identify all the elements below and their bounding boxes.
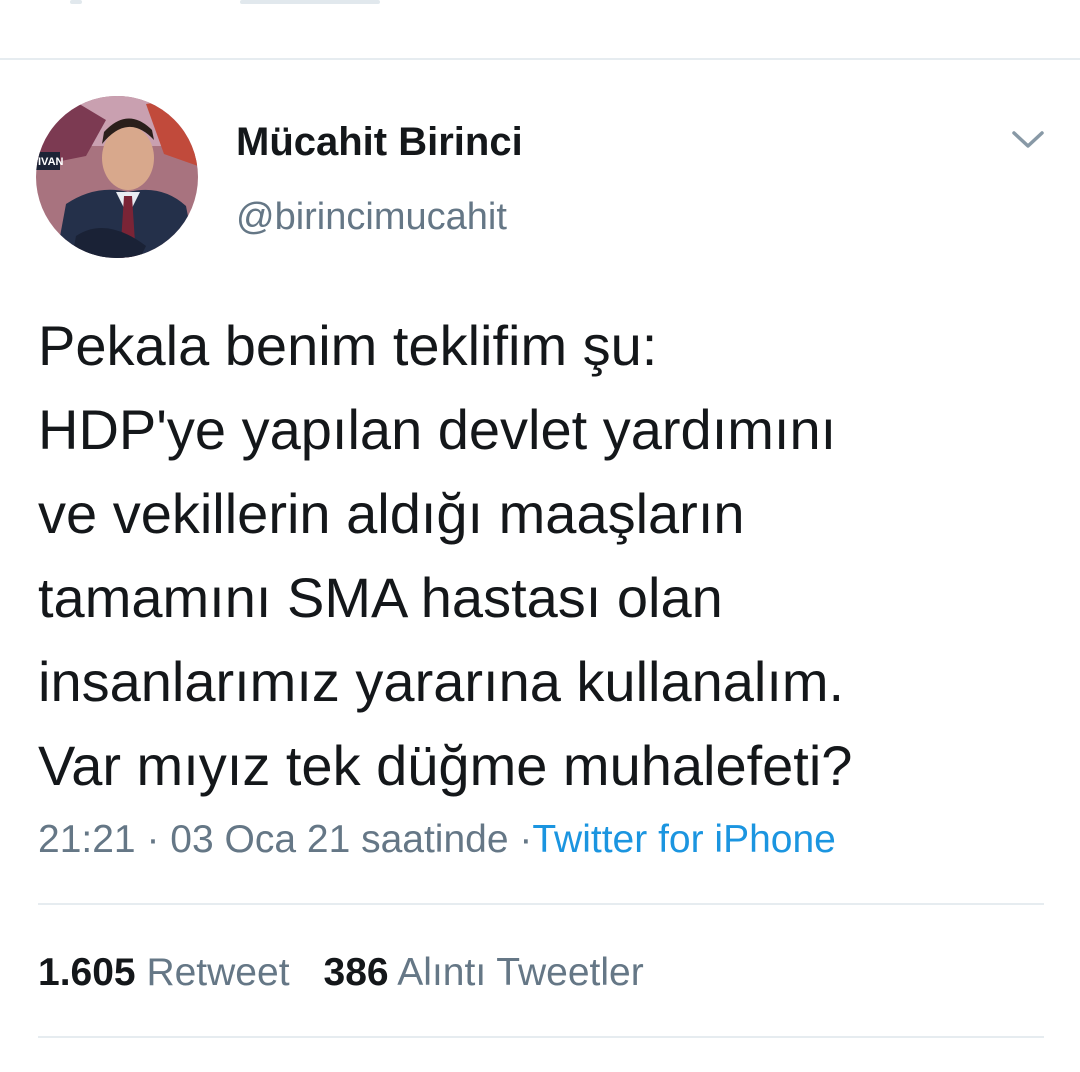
avatar-overlay-text: IVAN (38, 156, 64, 168)
retweets-label: Retweet (146, 951, 290, 994)
tweet-meta: 21:21 · 03 Oca 21 saatinde ·Twitter for … (38, 814, 836, 866)
tweet-source-link[interactable]: Twitter for iPhone (532, 818, 835, 861)
tweet-text-line: tamamını SMA hastası olan (38, 566, 723, 629)
stats-divider (38, 1036, 1044, 1038)
tweet-text-line: Pekala benim teklifim şu: (38, 314, 658, 377)
quotes-count: 386 (323, 951, 389, 994)
retweets-stat[interactable]: 1.605 Retweet (38, 951, 290, 994)
previous-tweet-remnant (240, 0, 380, 4)
top-divider (0, 58, 1080, 60)
avatar[interactable]: IVAN (36, 96, 198, 258)
author-name[interactable]: Mücahit Birinci (236, 116, 523, 168)
tweet-time[interactable]: 21:21 (38, 818, 136, 861)
profile-photo-icon: IVAN (36, 96, 198, 258)
meta-separator: · (519, 818, 533, 861)
author-handle[interactable]: @birincimucahit (236, 192, 507, 242)
quotes-label: Alıntı Tweetler (397, 951, 644, 994)
previous-tweet-remnant (70, 0, 82, 4)
tweet-stats: 1.605 Retweet 386 Alıntı Tweetler (38, 946, 644, 1000)
meta-divider (38, 903, 1044, 905)
chevron-down-icon[interactable] (1006, 122, 1050, 158)
quotes-stat[interactable]: 386 Alıntı Tweetler (324, 951, 644, 994)
meta-separator: · (146, 818, 160, 861)
tweet-text-line: ve vekillerin aldığı maaşların (38, 482, 745, 545)
retweets-count: 1.605 (38, 951, 136, 994)
tweet-text-line: HDP'ye yapılan devlet yardımını (38, 398, 837, 461)
tweet-date[interactable]: 03 Oca 21 saatinde (170, 818, 508, 861)
tweet-text: Pekala benim teklifim şu: HDP'ye yapılan… (38, 304, 1058, 808)
tweet-text-line: Var mıyız tek düğme muhalefeti? (38, 734, 853, 797)
tweet-text-line: insanlarımız yararına kullanalım. (38, 650, 845, 713)
